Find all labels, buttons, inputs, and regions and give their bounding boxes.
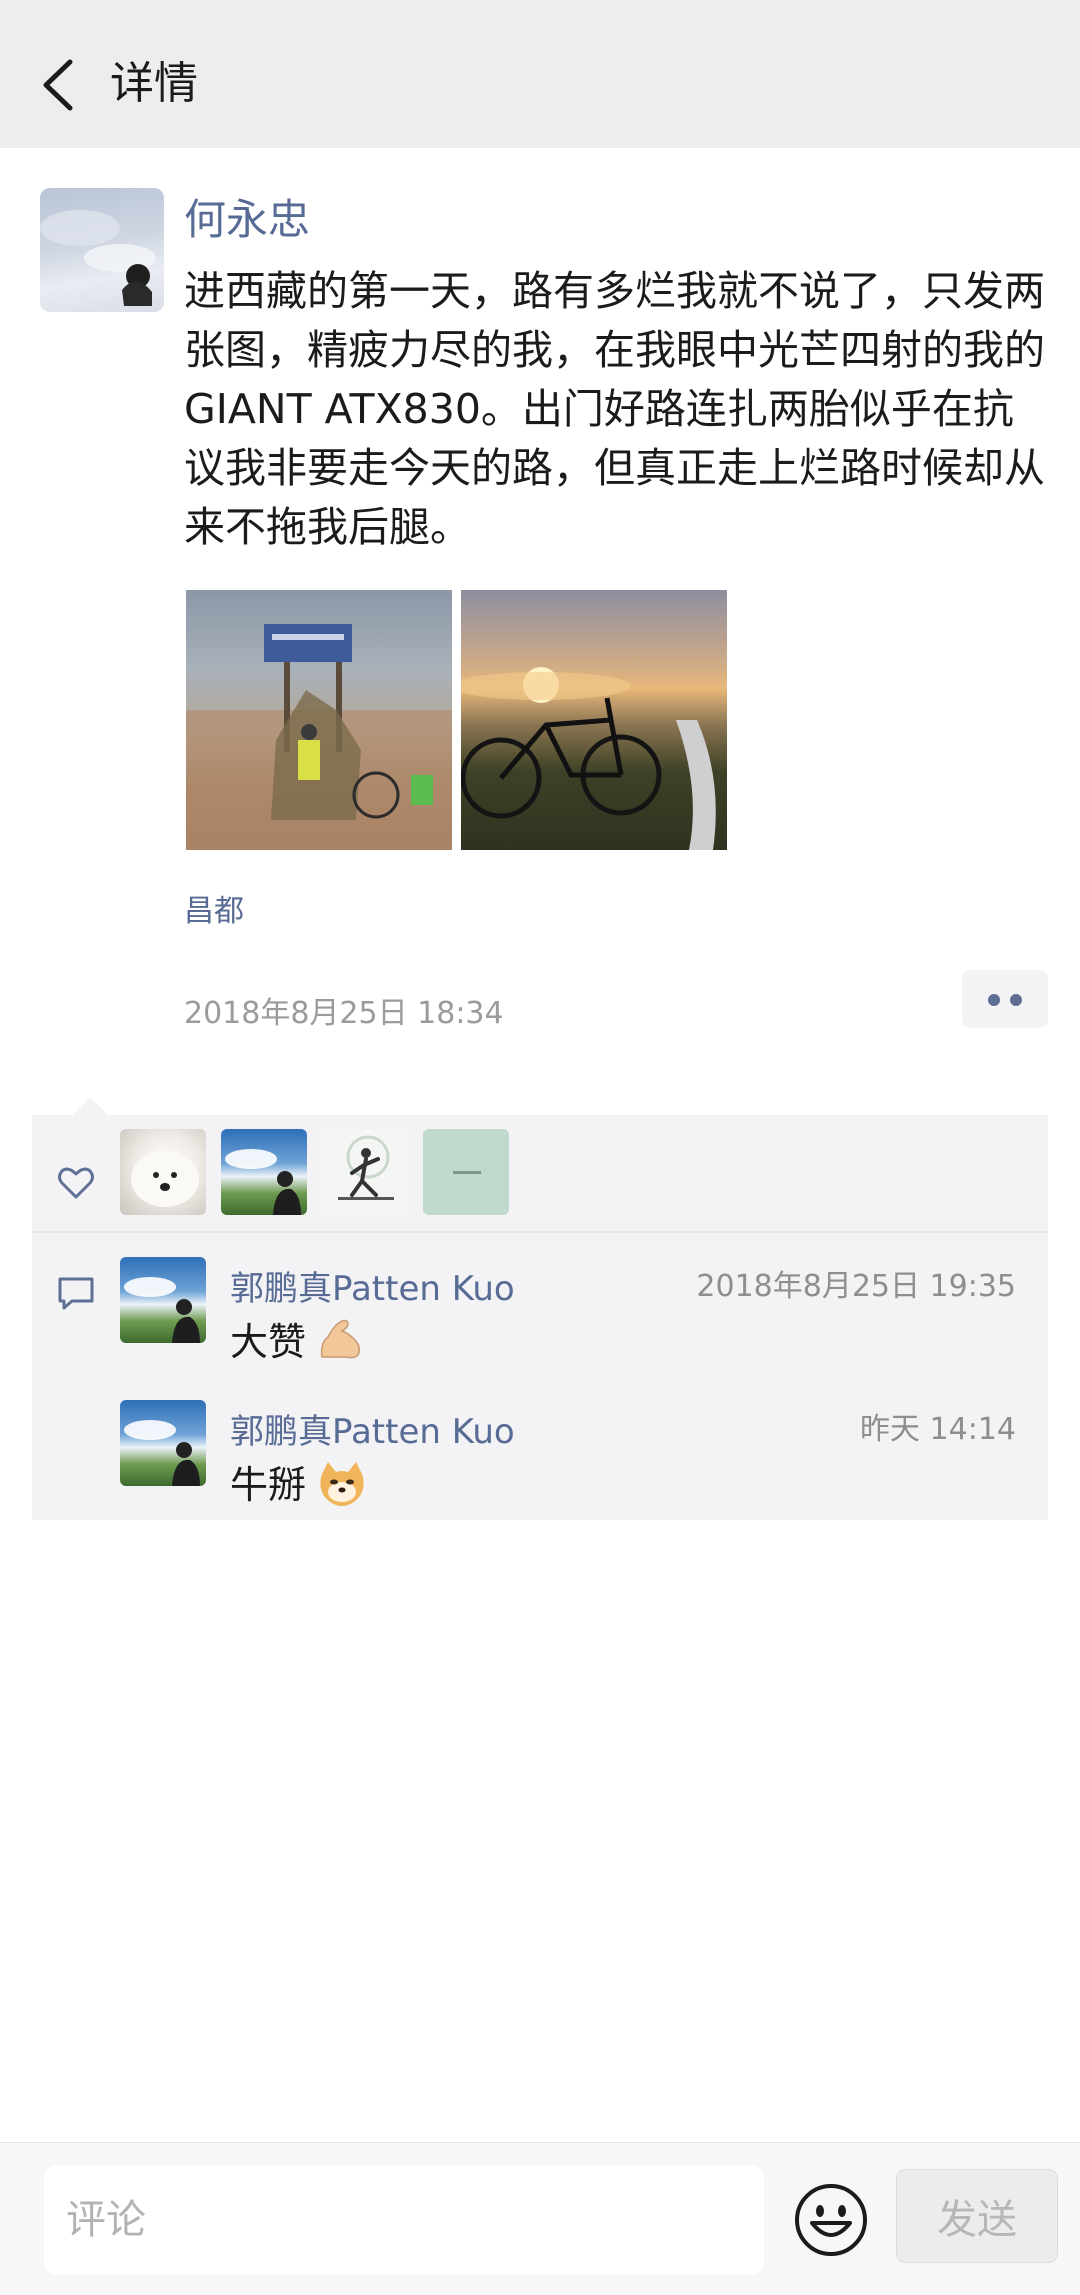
comment-text: 牛掰 [230, 1454, 366, 1509]
more-dot-icon [1010, 994, 1022, 1006]
doge-face-icon [320, 1462, 364, 1506]
likes-comments-panel: 郭鹏真Patten Kuo 2018年8月25日 19:35 大赞 郭鹏真Pat… [32, 1097, 1048, 1520]
post-text: 进西藏的第一天，路有多烂我就不说了，只发两张图，精疲力尽的我，在我眼中光芒四射的… [184, 267, 1045, 551]
commenter-avatar[interactable] [120, 1257, 206, 1343]
like-avatar[interactable] [120, 1129, 206, 1215]
comment-text-content: 大赞 [230, 1320, 307, 1364]
comment-item: 郭鹏真Patten Kuo 2018年8月25日 19:35 大赞 [120, 1257, 1030, 1364]
heart-icon [58, 1167, 94, 1199]
like-avatar[interactable] [423, 1129, 509, 1215]
flexed-biceps-icon [320, 1319, 361, 1359]
more-dot-icon [988, 994, 1000, 1006]
author-avatar[interactable] [40, 188, 164, 312]
comment-timestamp: 2018年8月25日 19:35 [696, 1269, 1016, 1304]
like-avatars [120, 1129, 509, 1215]
commenter-name[interactable]: 郭鹏真Patten Kuo [230, 1261, 515, 1310]
comment-icon [58, 1277, 94, 1310]
comment-timestamp: 昨天 14:14 [860, 1412, 1016, 1447]
top-bar: 详情 [0, 0, 1080, 148]
commenter-avatar[interactable] [120, 1400, 206, 1486]
post-location[interactable]: 昌都 [184, 886, 244, 930]
commenter-name[interactable]: 郭鹏真Patten Kuo [230, 1404, 515, 1453]
comment-text-content: 牛掰 [230, 1463, 307, 1507]
send-button[interactable]: 发送 [896, 2169, 1058, 2263]
emoji-button[interactable] [792, 2181, 870, 2259]
comment-item: 郭鹏真Patten Kuo 昨天 14:14 牛掰 [120, 1400, 1030, 1507]
post-photo[interactable] [461, 590, 727, 850]
page-title: 详情 [110, 58, 198, 109]
post-timestamp: 2018年8月25日 18:34 [184, 996, 504, 1031]
comment-text: 大赞 [230, 1311, 364, 1366]
like-avatar[interactable] [221, 1129, 307, 1215]
post-photo[interactable] [186, 590, 452, 850]
post-author-name[interactable]: 何永忠 [184, 192, 310, 248]
comment-bar: 发送 [0, 2142, 1080, 2295]
more-options-button[interactable] [962, 970, 1048, 1028]
like-avatar[interactable] [322, 1129, 408, 1215]
emoji-icon [795, 2184, 867, 2256]
chevron-left-icon [43, 59, 73, 111]
back-button[interactable] [30, 50, 90, 120]
comment-input[interactable] [44, 2165, 764, 2275]
